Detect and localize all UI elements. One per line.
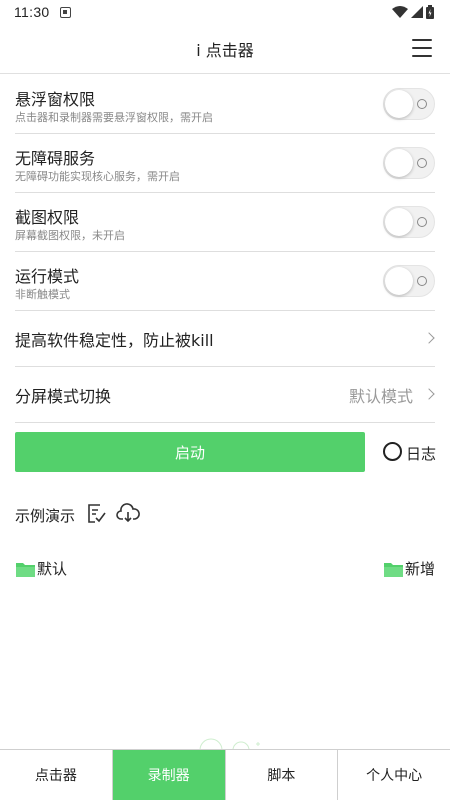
tab-clicker[interactable]: 点击器 <box>0 750 113 800</box>
accessibility-service-toggle[interactable] <box>383 147 435 179</box>
permission-row-overlay[interactable]: 悬浮窗权限 点击器和录制器需要悬浮窗权限，需开启 <box>15 75 435 134</box>
status-time: 11:30 <box>14 4 50 20</box>
log-label[interactable]: 日志 <box>406 443 436 464</box>
tab-profile[interactable]: 个人中心 <box>338 750 450 800</box>
split-screen-label: 分屏模式切换 <box>15 386 112 406</box>
permission-title: 运行模式 <box>15 267 80 286</box>
decorative-bubbles-icon <box>199 738 260 750</box>
app-title: i 点击器 <box>196 40 254 60</box>
cloud-download-icon[interactable] <box>116 502 140 524</box>
chevron-right-icon <box>423 332 435 344</box>
wifi-icon <box>392 6 408 18</box>
tab-recorder[interactable]: 录制器 <box>112 750 226 800</box>
menu-icon[interactable] <box>412 39 432 57</box>
permission-row-run-mode[interactable]: 运行模式 非断触模式 <box>15 252 435 311</box>
signal-icon <box>411 6 423 18</box>
folder-default[interactable]: 默认 <box>16 558 67 579</box>
log-radio[interactable] <box>383 442 402 461</box>
app-bar: i 点击器 <box>0 24 450 74</box>
split-screen-value: 默认模式 <box>348 386 413 406</box>
permission-desc: 屏幕截图权限，未开启 <box>15 229 125 242</box>
folder-add-label: 新增 <box>405 560 436 578</box>
folder-icon <box>384 562 403 577</box>
chevron-right-icon <box>423 388 435 400</box>
bottom-tab-bar: 点击器 录制器 脚本 个人中心 <box>0 749 450 800</box>
status-indicators <box>392 5 434 19</box>
permission-row-screenshot[interactable]: 截图权限 屏幕截图权限，未开启 <box>15 193 435 252</box>
screenshot-permission-toggle[interactable] <box>383 206 435 238</box>
folder-add[interactable]: 新增 <box>384 558 435 579</box>
permission-title: 截图权限 <box>15 208 80 227</box>
run-mode-toggle[interactable] <box>383 265 435 297</box>
checklist-edit-icon[interactable] <box>85 502 107 524</box>
start-button[interactable]: 启动 <box>15 432 365 472</box>
split-screen-row[interactable]: 分屏模式切换 默认模式 <box>15 367 435 423</box>
permission-desc: 无障碍功能实现核心服务，需开启 <box>15 170 180 183</box>
permission-title: 无障碍服务 <box>15 149 96 168</box>
folder-default-label: 默认 <box>37 560 68 578</box>
notification-icon <box>59 6 71 18</box>
status-bar: 11:30 <box>0 0 450 24</box>
stability-row[interactable]: 提高软件稳定性，防止被kill <box>15 311 435 367</box>
permission-desc: 非断触模式 <box>15 288 70 301</box>
demo-label: 示例演示 <box>15 507 76 525</box>
overlay-permission-toggle[interactable] <box>383 88 435 120</box>
folder-icon <box>16 562 35 577</box>
tab-script[interactable]: 脚本 <box>225 750 339 800</box>
permission-row-accessibility[interactable]: 无障碍服务 无障碍功能实现核心服务，需开启 <box>15 134 435 193</box>
permission-desc: 点击器和录制器需要悬浮窗权限，需开启 <box>15 111 213 124</box>
settings-list: 悬浮窗权限 点击器和录制器需要悬浮窗权限，需开启 无障碍服务 无障碍功能实现核心… <box>15 75 435 423</box>
stability-label: 提高软件稳定性，防止被kill <box>15 330 214 350</box>
battery-icon <box>426 5 434 19</box>
permission-title: 悬浮窗权限 <box>15 90 96 109</box>
